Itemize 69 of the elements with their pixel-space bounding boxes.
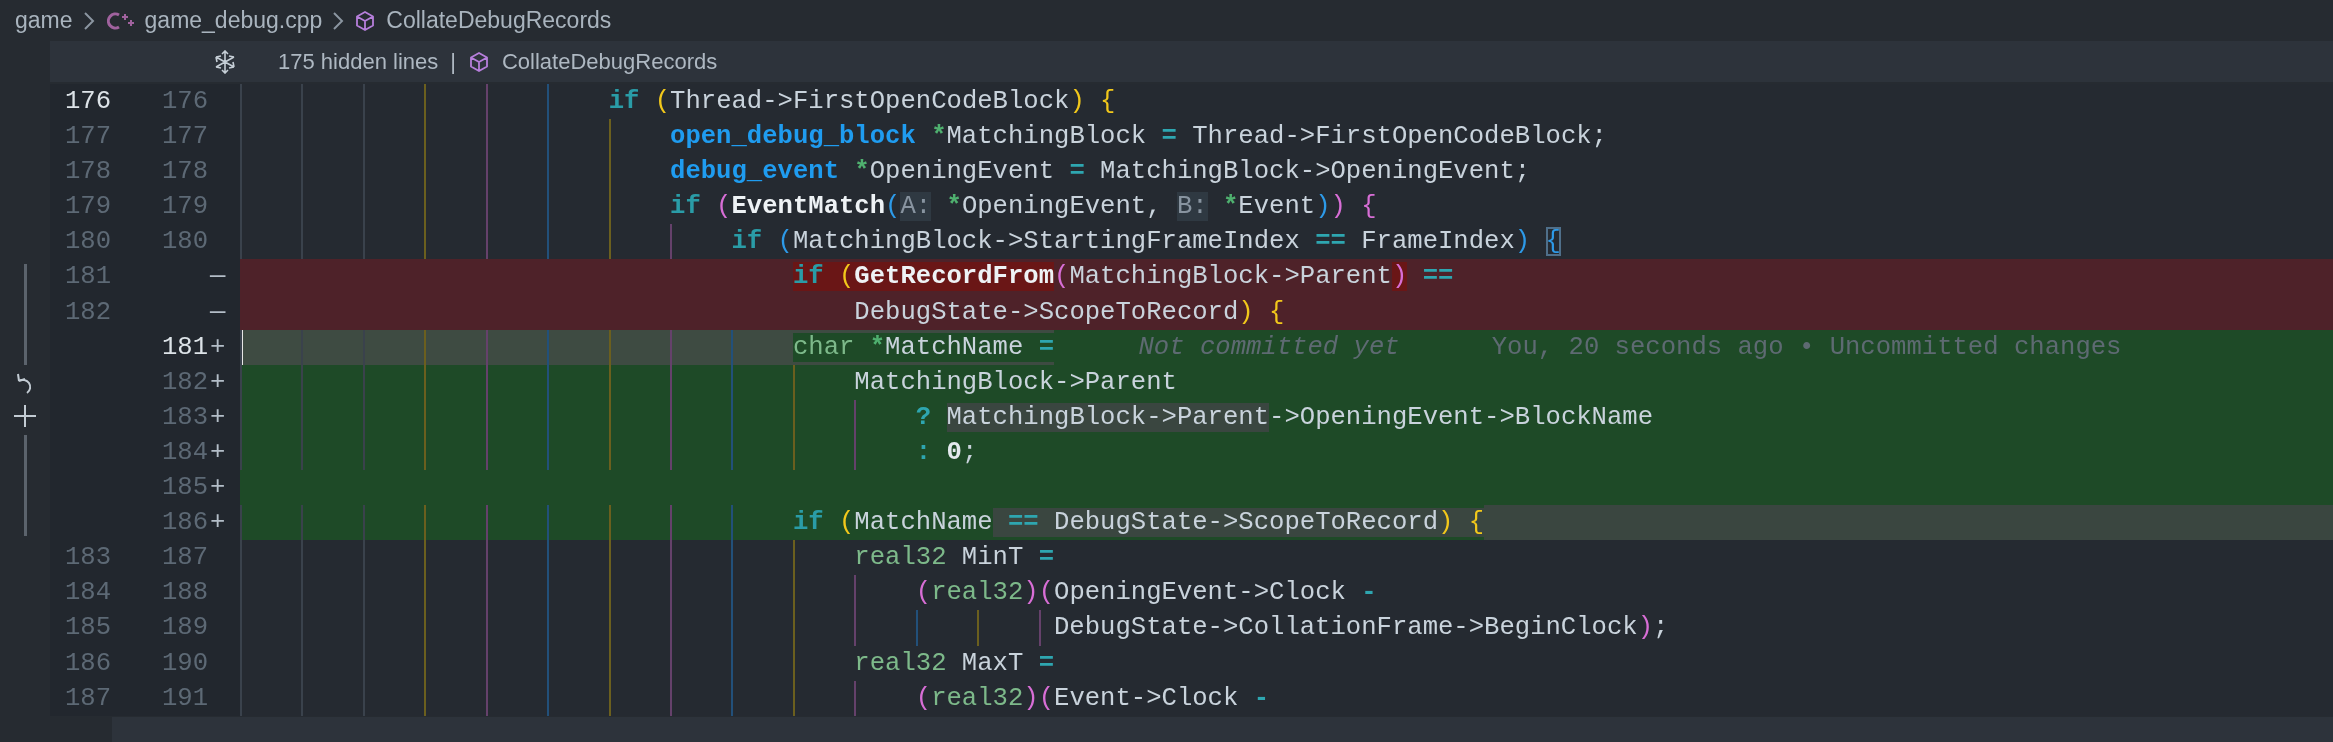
line-number: 186 — [161, 508, 208, 538]
cube-icon — [354, 9, 377, 32]
unfold-icon[interactable] — [214, 49, 236, 74]
line-number: 189 — [161, 613, 208, 643]
breadcrumb-item[interactable]: CollateDebugRecords — [386, 7, 612, 34]
line-number: 179 — [64, 192, 111, 222]
blame-annotation: You, 20 seconds ago • Uncommitted changes — [1399, 329, 2122, 365]
breadcrumb-item[interactable]: game_debug.cpp — [144, 7, 323, 34]
line-number: 178 — [161, 157, 208, 187]
code-line: char *MatchName = — [791, 331, 1055, 364]
deletion-sign: — — [210, 262, 226, 292]
line-number: 182 — [161, 367, 208, 397]
code-line: real32 MinT = — [853, 542, 1055, 575]
hidden-lines-label: 175 hidden lines — [278, 48, 439, 75]
symbol-name: CollateDebugRecords — [501, 48, 718, 75]
line-number: 188 — [161, 578, 208, 608]
line-number: 185 — [161, 473, 208, 503]
code-line: if (MatchingBlock->StartingFrameIndex == FrameIndex) { — [730, 226, 1561, 259]
line-number: 184 — [64, 578, 111, 608]
code-line: if (EventMatch(A: *OpeningEvent, B: *Event)) { — [669, 191, 1377, 224]
code-line: ? MatchingBlock->Parent->OpeningEvent->BlockName — [914, 401, 1654, 434]
line-number: 187 — [161, 543, 208, 573]
line-number: 190 — [161, 648, 208, 678]
line-number: 187 — [64, 683, 111, 713]
line-number: 181 — [161, 332, 208, 362]
breadcrumb-item[interactable]: game — [15, 7, 73, 34]
line-number: 186 — [64, 648, 111, 678]
line-number: 181 — [64, 262, 111, 292]
folded-region-bar[interactable]: 175 hidden lines | CollateDebugRecords — [50, 41, 2333, 82]
code-line: : 0; — [914, 436, 978, 469]
addition-sign: + — [210, 508, 226, 538]
line-number: 183 — [64, 543, 111, 573]
deletion-sign: — — [210, 297, 226, 327]
code-line: if (MatchName == DebugState->ScopeToRecord) { — [791, 507, 1485, 540]
code-line: DebugState->ScopeToRecord) { — [853, 296, 1285, 329]
plus-icon[interactable] — [12, 402, 38, 429]
code-line: (real32)(Event->Clock - — [914, 682, 1270, 715]
line-number: 185 — [64, 613, 111, 643]
line-number: 177 — [64, 122, 111, 152]
chevron-icon — [82, 10, 95, 31]
line-number: 177 — [161, 122, 208, 152]
line-number: 180 — [161, 227, 208, 257]
line-number: 191 — [161, 683, 208, 713]
addition-sign: + — [210, 332, 226, 362]
addition-sign: + — [210, 437, 226, 467]
code-line: MatchingBlock->Parent — [853, 366, 1177, 399]
line-number: 176 — [161, 87, 208, 116]
code-line: if (Thread->FirstOpenCodeBlock) { — [607, 86, 1116, 118]
line-number: 178 — [64, 157, 111, 187]
code-line: debug_event *OpeningEvent = MatchingBlock->OpeningEvent; — [669, 156, 1531, 189]
code-line: (real32)(OpeningEvent->Clock - — [914, 577, 1377, 610]
line-number: 179 — [161, 192, 208, 222]
separator: | — [450, 48, 456, 75]
blame-annotation: Not committed yet — [1054, 329, 1400, 365]
line-number: 176 — [64, 87, 111, 116]
line-number: 180 — [64, 227, 111, 257]
line-number: 183 — [161, 402, 208, 432]
cube-icon — [467, 50, 490, 73]
chevron-icon — [332, 10, 345, 31]
code-line: open_debug_block *MatchingBlock = Thread->FirstOpenCodeBlock; — [669, 121, 1607, 154]
line-number: 182 — [64, 297, 111, 327]
addition-sign: + — [210, 367, 226, 397]
addition-sign: + — [210, 473, 226, 503]
code-line: if (GetRecordFrom(MatchingBlock->Parent) == — [791, 261, 1454, 294]
addition-sign: + — [210, 402, 226, 432]
code-line: real32 MaxT = — [853, 647, 1055, 680]
line-number: 184 — [161, 437, 208, 467]
c-plus-plus-icon — [106, 10, 135, 31]
code-line: DebugState->CollationFrame->BeginClock); — [1053, 612, 1669, 645]
